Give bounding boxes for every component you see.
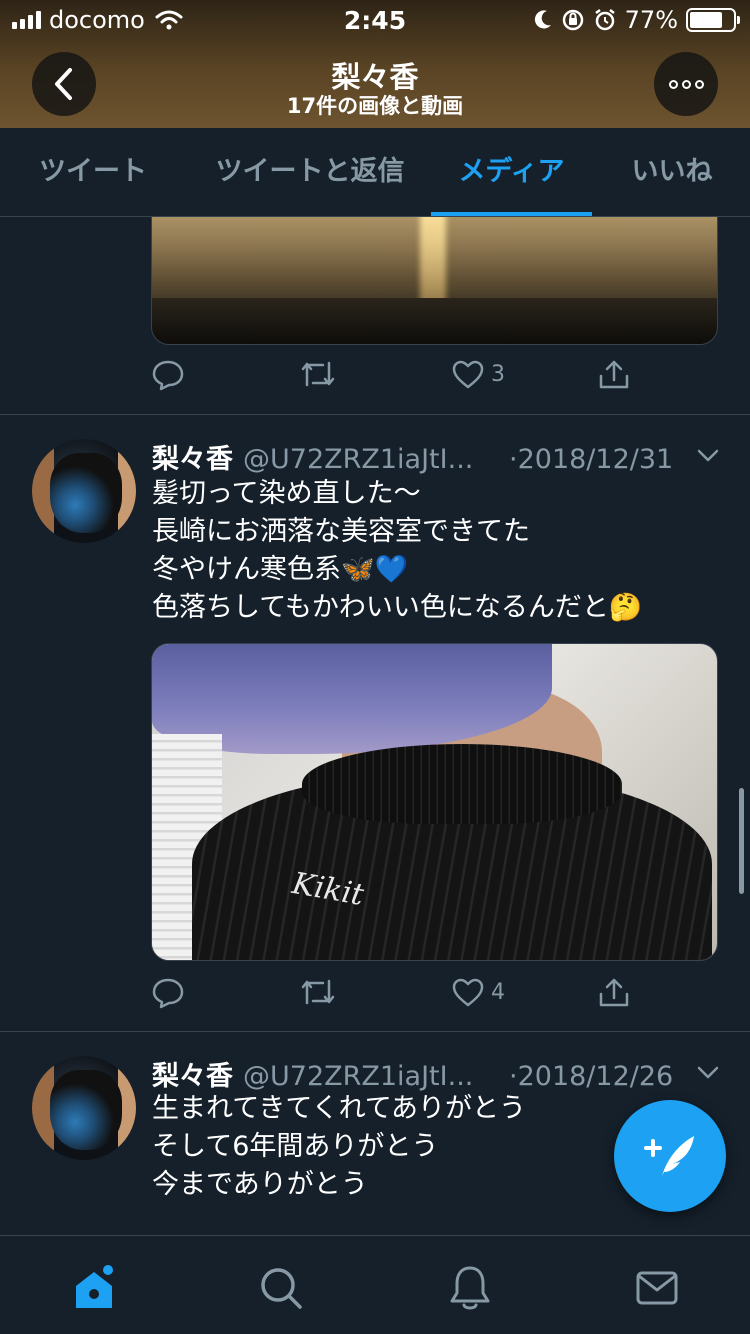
tab-tweets-and-replies[interactable]: ツイートと返信 [205,128,415,216]
more-icon-dot [694,79,704,89]
status-right: 77% [533,6,740,34]
more-button[interactable] [654,52,718,116]
photo-collar [302,744,622,824]
sunset-sea-photo[interactable] [151,217,718,345]
retweet-icon [301,361,335,387]
reply-button[interactable] [151,977,185,1009]
tweet-author-name[interactable]: 梨々香 [152,437,233,476]
nav-home[interactable] [70,1264,118,1312]
rotation-lock-icon [562,9,583,31]
hair-photo[interactable]: Kikit [151,643,718,961]
profile-tabs: ツイート ツイートと返信 メディア いいね [0,128,750,217]
scrollbar[interactable] [739,788,744,894]
retweet-button[interactable] [299,977,337,1007]
avatar[interactable] [32,439,136,543]
like-icon [452,978,484,1007]
share-icon [599,978,629,1007]
media-count: 17件の画像と動画 [286,94,464,118]
nav-messages[interactable] [633,1264,681,1312]
reply-icon [152,978,184,1009]
more-icon [668,79,678,89]
more-icon-dot [681,79,691,89]
tab-active-indicator [431,212,592,216]
tweet-header: 梨々香 @U72ZRZ1iaJtI... ·2018/12/31 [152,437,673,476]
shoreline [152,298,717,344]
moon-icon [534,10,551,29]
alarm-icon [594,9,615,31]
reply-button[interactable] [151,359,185,391]
tweet-text: 髪切って染め直した〜 長崎にお洒落な美容室できてた 冬やけん寒色系🦋💙 色落ちし… [152,478,643,623]
messages-icon [636,1271,678,1305]
battery-percentage: 77% [624,6,678,34]
like-button[interactable]: 3 [451,359,505,389]
share-button[interactable] [597,359,631,391]
chevron-down-icon[interactable] [696,1060,720,1084]
like-button[interactable]: 4 [451,977,505,1007]
tweet-header: 梨々香 @U72ZRZ1iaJtI... ·2018/12/26 [152,1054,673,1093]
avatar[interactable] [32,1056,136,1160]
compose-tweet-button[interactable] [614,1100,726,1212]
notifications-icon [450,1266,490,1310]
tab-likes[interactable]: いいね [612,128,732,216]
tweet-date[interactable]: ·2018/12/26 [509,1061,673,1092]
tweet-author-handle[interactable]: @U72ZRZ1iaJtI... [243,1061,503,1092]
profile-header: docomo 2:45 77% 梨々香 17件の画像と動画 [0,0,750,128]
reply-icon [152,360,184,391]
media-feed[interactable]: 3 梨々香 @U72ZRZ1iaJtI... ·2018/12/31 髪切って染… [0,217,750,1235]
battery-fill [690,12,723,28]
tweet-author-handle[interactable]: @U72ZRZ1iaJtI... [243,444,503,475]
avatar-hair [50,1070,122,1150]
tweet-date[interactable]: ·2018/12/31 [509,444,673,475]
tweet-actions: 3 [151,359,631,399]
like-icon [452,360,484,389]
share-icon [599,360,629,389]
bottom-navigation [0,1235,750,1334]
tweet-author-name[interactable]: 梨々香 [152,1054,233,1093]
compose-icon [644,1136,694,1176]
search-icon [261,1268,302,1309]
chevron-down-icon[interactable] [696,443,720,467]
tweet-actions: 4 [151,977,631,1017]
retweet-button[interactable] [299,359,337,389]
avatar-hair [50,453,122,533]
like-count: 3 [491,361,505,387]
nav-notifications[interactable] [446,1264,494,1312]
tab-tweets[interactable]: ツイート [18,128,168,216]
tweet-divider [0,1031,750,1032]
like-count: 4 [491,979,505,1005]
battery-icon [686,8,740,32]
retweet-icon [301,979,335,1005]
home-icon [76,1265,113,1308]
share-button[interactable] [597,977,631,1009]
tab-media[interactable]: メディア [431,128,592,216]
status-bar: docomo 2:45 77% [0,0,750,40]
tweet-divider [0,414,750,415]
nav-search[interactable] [257,1264,305,1312]
